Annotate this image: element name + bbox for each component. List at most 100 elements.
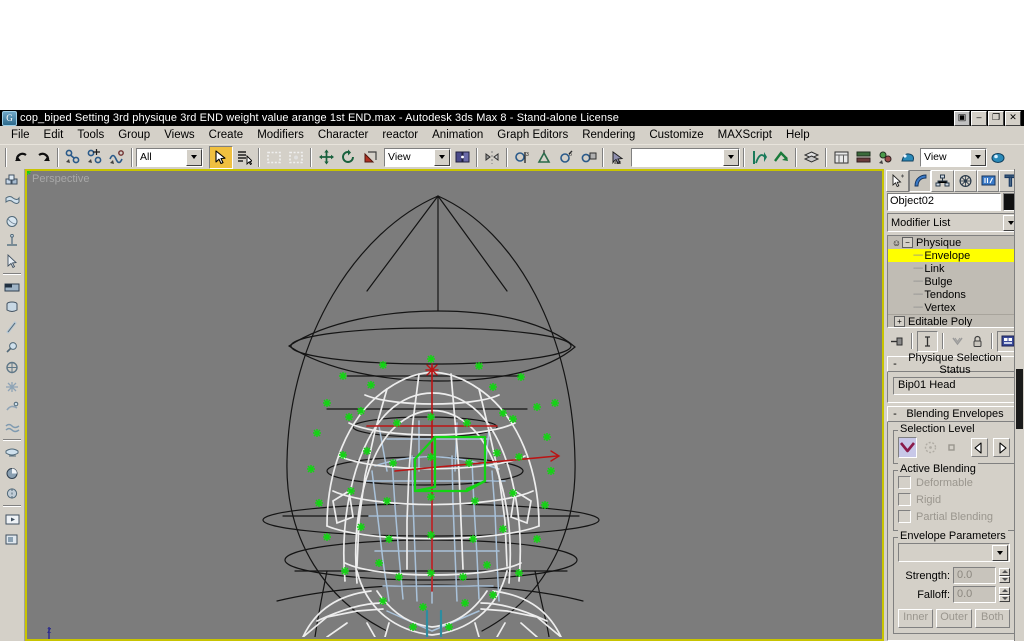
reactor-create-spring-icon[interactable] [2, 297, 22, 317]
align-icon[interactable]: 3 [511, 147, 533, 168]
falloff-field[interactable]: 0.0 [953, 586, 996, 603]
reactor-create-soft-body-collection-icon[interactable] [2, 211, 22, 231]
menu-rendering[interactable]: Rendering [575, 128, 642, 142]
scrollbar-thumb[interactable] [1016, 369, 1023, 429]
reactor-open-property-editor-icon[interactable] [2, 443, 22, 463]
bind-to-space-warp-icon[interactable] [106, 147, 128, 168]
chevron-down-icon[interactable] [992, 544, 1008, 561]
modifier-stack[interactable]: ☺ − Physique ---- Envelope ---- Link ---… [887, 235, 1021, 328]
reactor-create-toy-car-icon[interactable] [2, 377, 22, 397]
reactor-create-wind-icon[interactable] [2, 357, 22, 377]
redo-icon[interactable] [32, 147, 54, 168]
reactor-create-plane-icon[interactable] [2, 277, 22, 297]
render-viewport-combo[interactable]: View [920, 147, 987, 167]
reactor-create-cloth-collection-icon[interactable] [2, 191, 22, 211]
close-button[interactable]: ✕ [1005, 110, 1021, 126]
reactor-create-rigid-body-collection-icon[interactable] [2, 171, 22, 191]
envelope-type-combo[interactable] [898, 543, 1010, 562]
reactor-utils-icon[interactable] [2, 529, 22, 549]
menu-help[interactable]: Help [779, 128, 817, 142]
menu-reactor[interactable]: reactor [375, 128, 425, 142]
control-point-icon[interactable] [944, 438, 961, 457]
modify-tab[interactable] [908, 170, 932, 192]
render-type-icon[interactable] [874, 147, 896, 168]
pin-icon[interactable] [888, 331, 907, 351]
cross-section-icon[interactable] [922, 438, 939, 457]
menu-customize[interactable]: Customize [642, 128, 710, 142]
object-name-field[interactable]: Object02 [887, 193, 1001, 211]
both-button[interactable]: Both [974, 609, 1010, 628]
schematic-view-icon[interactable] [770, 147, 792, 168]
select-and-rotate-icon[interactable] [337, 147, 359, 168]
select-and-move-icon[interactable] [315, 147, 337, 168]
place-highlight-icon[interactable]: o [555, 147, 577, 168]
window-crossing-icon[interactable] [285, 147, 307, 168]
minimize-button[interactable]: – [971, 110, 987, 126]
collapse-toggle-icon[interactable]: − [902, 237, 913, 248]
quick-render-icon[interactable] [896, 147, 918, 168]
command-panel-scrollbar[interactable] [1014, 169, 1024, 641]
named-selection-combo[interactable] [631, 147, 740, 167]
reactor-analyze-world-icon[interactable] [2, 483, 22, 503]
partial-blending-checkbox-row[interactable]: Partial Blending [898, 508, 1010, 525]
deformable-checkbox-row[interactable]: Deformable [898, 474, 1010, 491]
menu-animation[interactable]: Animation [425, 128, 490, 142]
undo-icon[interactable] [10, 147, 32, 168]
reactor-create-dashpot-icon[interactable] [2, 317, 22, 337]
falloff-spinner[interactable] [999, 587, 1010, 602]
unlink-selection-icon[interactable] [84, 147, 106, 168]
reactor-create-motor-icon[interactable] [2, 337, 22, 357]
reactor-preview-animation-icon[interactable] [2, 509, 22, 529]
stack-item-physique[interactable]: ☺ − Physique [888, 236, 1020, 249]
menu-file[interactable]: File [4, 128, 37, 142]
outer-button[interactable]: Outer [936, 609, 972, 628]
menu-views[interactable]: Views [157, 128, 201, 142]
motion-tab[interactable] [954, 170, 977, 192]
restore-button[interactable]: ❐ [988, 110, 1004, 126]
menu-maxscript[interactable]: MAXScript [711, 128, 779, 142]
stack-item-envelope[interactable]: ---- Envelope [888, 249, 1020, 262]
chevron-down-icon[interactable] [970, 148, 986, 166]
create-tab[interactable] [886, 170, 909, 192]
expand-toggle-icon[interactable]: + [894, 316, 905, 327]
normal-align-icon[interactable] [533, 147, 555, 168]
menu-group[interactable]: Group [111, 128, 157, 142]
previous-link-button[interactable] [971, 438, 989, 457]
named-selection-sets-icon[interactable]: ABC [607, 147, 629, 168]
light-bulb-icon[interactable]: ☺ [891, 238, 902, 248]
chevron-down-icon[interactable] [186, 148, 202, 166]
reactor-open-constraint-solver-icon[interactable] [2, 463, 22, 483]
menu-modifiers[interactable]: Modifiers [250, 128, 311, 142]
material-editor-icon[interactable] [830, 147, 852, 168]
display-tab[interactable] [976, 170, 1000, 192]
render-scene-dialog-icon[interactable] [852, 147, 874, 168]
rigid-checkbox-row[interactable]: Rigid [898, 491, 1010, 508]
menu-character[interactable]: Character [311, 128, 376, 142]
strength-field[interactable]: 0.0 [953, 567, 996, 584]
stack-item-vertex[interactable]: ---- Vertex [888, 301, 1020, 314]
chevron-down-icon[interactable] [723, 148, 739, 166]
use-pivot-point-center-icon[interactable] [451, 147, 473, 168]
envelope-link-icon[interactable] [898, 437, 917, 458]
menu-create[interactable]: Create [202, 128, 251, 142]
perspective-viewport[interactable]: Perspective [27, 171, 882, 639]
inner-button[interactable]: Inner [898, 609, 934, 628]
chevron-down-icon[interactable] [434, 148, 450, 166]
reactor-create-fracture-icon[interactable] [2, 397, 22, 417]
render-production-icon[interactable] [987, 147, 1009, 168]
selection-filter-combo[interactable]: All [136, 147, 203, 167]
layer-manager-icon[interactable] [800, 147, 822, 168]
menu-graph-editors[interactable]: Graph Editors [490, 128, 575, 142]
select-by-name-icon[interactable] [233, 147, 255, 168]
reactor-create-water-icon[interactable] [2, 417, 22, 437]
curve-editor-icon[interactable] [748, 147, 770, 168]
rigid-checkbox[interactable] [898, 493, 911, 506]
trash-icon[interactable] [968, 331, 987, 351]
reactor-create-rope-collection-icon[interactable] [2, 231, 22, 251]
rollout-header-blending-envelopes[interactable]: - Blending Envelopes [887, 406, 1021, 422]
align-camera-icon[interactable] [577, 147, 599, 168]
menu-tools[interactable]: Tools [70, 128, 111, 142]
stack-item-bulge[interactable]: ---- Bulge [888, 275, 1020, 288]
partial-blending-checkbox[interactable] [898, 510, 911, 523]
modifier-list-combo[interactable]: Modifier List [887, 213, 1021, 232]
